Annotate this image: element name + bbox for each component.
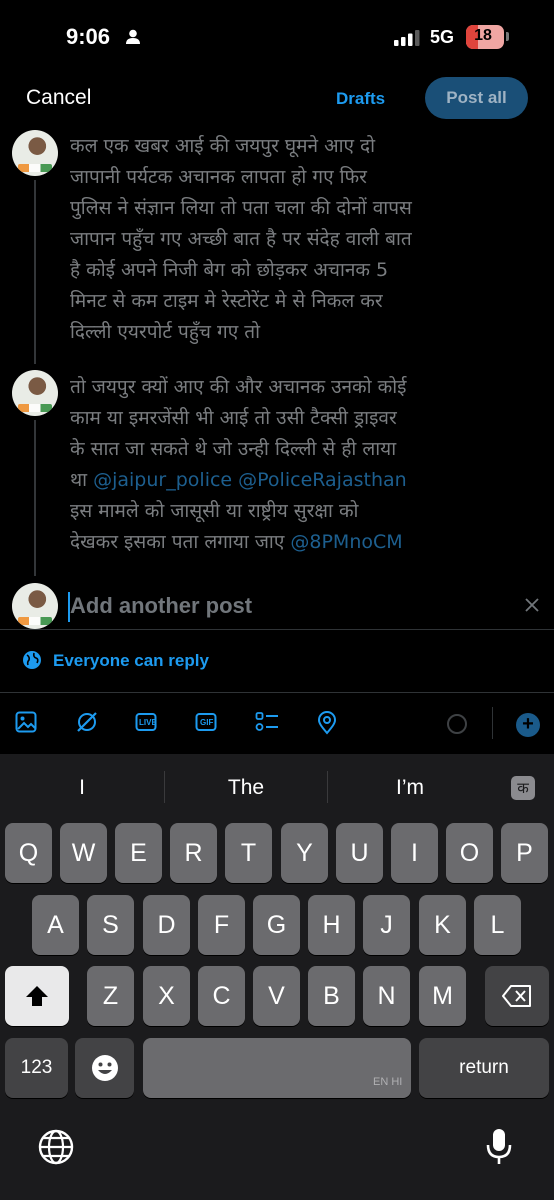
- add-another-post-input[interactable]: Add another post: [70, 593, 252, 619]
- post-2-line: के सात जा सकते थे जो उन्ही दिल्ली से ही …: [70, 438, 397, 460]
- image-icon[interactable]: [15, 711, 37, 733]
- key[interactable]: X: [143, 966, 190, 1026]
- key[interactable]: J: [363, 895, 410, 955]
- post-2-text[interactable]: तो जयपुर क्यों आए की और अचानक उनको कोई क…: [70, 372, 530, 558]
- globe-icon: [23, 651, 41, 669]
- key[interactable]: G: [253, 895, 300, 955]
- key[interactable]: W: [60, 823, 107, 883]
- shift-arrow-icon: [26, 986, 48, 1006]
- key[interactable]: S: [87, 895, 134, 955]
- shift-key[interactable]: [5, 966, 69, 1026]
- suggestion[interactable]: I’m: [330, 758, 490, 818]
- key[interactable]: Q: [5, 823, 52, 883]
- key[interactable]: M: [419, 966, 466, 1026]
- post-2-line: काम या इमरजेंसी भी आई तो उसी टैक्सी ड्रा…: [70, 407, 397, 429]
- microphone-icon[interactable]: [485, 1127, 513, 1167]
- status-bar: 9:06 5G 18: [0, 0, 554, 76]
- live-label: LIVE: [139, 718, 157, 727]
- key[interactable]: I: [391, 823, 438, 883]
- battery-icon: 18: [466, 25, 504, 49]
- key[interactable]: P: [501, 823, 548, 883]
- character-counter: [447, 714, 467, 734]
- thread-connector-line: [34, 180, 36, 364]
- mention-link[interactable]: @8PMnoCM: [290, 531, 402, 553]
- post-2-line: था: [70, 469, 94, 491]
- return-key[interactable]: return: [419, 1038, 549, 1098]
- grok-icon[interactable]: [76, 711, 98, 733]
- mention-link[interactable]: @PoliceRajasthan: [238, 469, 407, 491]
- key[interactable]: H: [308, 895, 355, 955]
- space-bar[interactable]: [143, 1038, 411, 1098]
- poll-icon[interactable]: [255, 711, 279, 733]
- suggestion-separator: [327, 771, 328, 803]
- avatar: [12, 130, 58, 176]
- globe-icon[interactable]: [38, 1129, 74, 1165]
- key[interactable]: L: [474, 895, 521, 955]
- divider: [0, 629, 554, 630]
- battery-cap: [506, 32, 509, 41]
- key[interactable]: T: [225, 823, 272, 883]
- key[interactable]: U: [336, 823, 383, 883]
- gif-label: GIF: [200, 718, 214, 727]
- compose-toolbar: LIVE GIF: [0, 692, 554, 754]
- post-1-text[interactable]: कल एक खबर आई की जयपुर घूमने आए दो जापानी…: [70, 131, 530, 348]
- key[interactable]: A: [32, 895, 79, 955]
- emoji-icon: [91, 1055, 118, 1081]
- toolbar-separator: [492, 707, 493, 739]
- suggestion[interactable]: The: [166, 758, 326, 818]
- battery-percent: 18: [474, 27, 492, 44]
- post-all-button[interactable]: Post all: [425, 77, 528, 119]
- avatar: [12, 583, 58, 629]
- suggestion-separator: [164, 771, 165, 803]
- person-icon: [126, 29, 140, 44]
- drafts-button[interactable]: Drafts: [336, 89, 385, 109]
- key[interactable]: N: [363, 966, 410, 1026]
- key[interactable]: V: [253, 966, 300, 1026]
- suggestion[interactable]: I: [2, 758, 162, 818]
- space-language-label: EN HI: [373, 1076, 403, 1088]
- reply-setting-button[interactable]: Everyone can reply: [53, 651, 209, 671]
- key[interactable]: O: [446, 823, 493, 883]
- thread-connector-line: [34, 420, 36, 576]
- avatar: [12, 370, 58, 416]
- key[interactable]: D: [143, 895, 190, 955]
- network-type: 5G: [430, 27, 455, 47]
- add-post-button[interactable]: +: [516, 713, 540, 737]
- backspace-icon: [502, 985, 531, 1007]
- key[interactable]: F: [198, 895, 245, 955]
- mention-link[interactable]: @jaipur_police: [93, 469, 232, 491]
- post-2-line: देखकर इसका पता लगाया जाए: [70, 531, 291, 553]
- close-icon[interactable]: [524, 597, 540, 613]
- cancel-button[interactable]: Cancel: [26, 86, 91, 110]
- key[interactable]: R: [170, 823, 217, 883]
- hindi-transliteration-key[interactable]: क: [511, 776, 535, 800]
- key[interactable]: B: [308, 966, 355, 1026]
- key[interactable]: K: [419, 895, 466, 955]
- status-time: 9:06: [66, 24, 111, 49]
- key[interactable]: Y: [281, 823, 328, 883]
- cellular-signal-icon: [394, 30, 420, 46]
- key[interactable]: C: [198, 966, 245, 1026]
- numbers-key[interactable]: 123: [5, 1038, 68, 1098]
- location-icon[interactable]: [317, 711, 337, 735]
- post-2-line: इस मामले को जासूसी या राष्ट्रीय सुरक्षा …: [70, 500, 359, 522]
- post-2-line: तो जयपुर क्यों आए की और अचानक उनको कोई: [70, 376, 407, 398]
- emoji-key[interactable]: [75, 1038, 134, 1098]
- delete-key[interactable]: [485, 966, 549, 1026]
- key[interactable]: E: [115, 823, 162, 883]
- key[interactable]: Z: [87, 966, 134, 1026]
